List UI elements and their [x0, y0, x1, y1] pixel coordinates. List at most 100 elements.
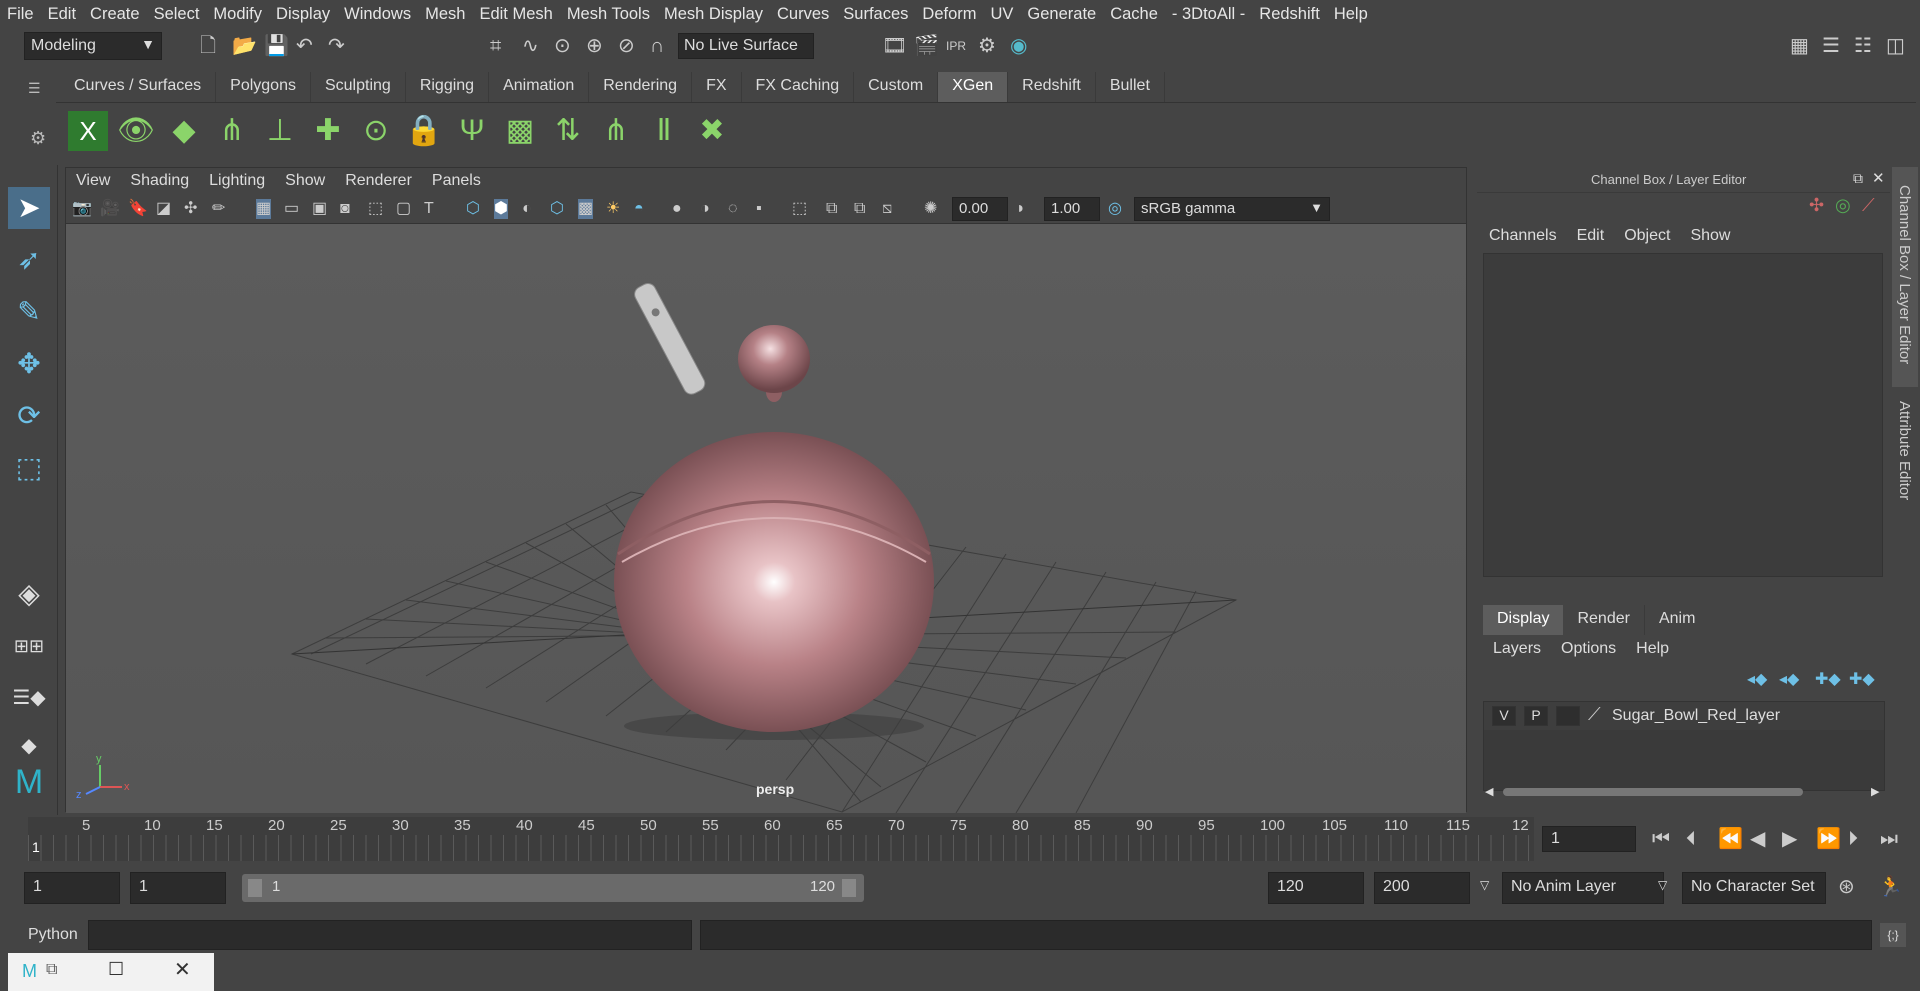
play-backward-icon[interactable]: ◀ — [1750, 829, 1765, 849]
viewport-scene[interactable]: y x z persp — [66, 224, 1466, 814]
xgen-add-guide-icon[interactable]: ⋔ — [212, 111, 252, 151]
viewport-menu-panels[interactable]: Panels — [422, 172, 491, 190]
grease-pencil-icon[interactable]: ✏ — [212, 199, 225, 219]
safe-action-icon[interactable]: ▢ — [396, 199, 411, 219]
viewport-menu-shading[interactable]: Shading — [120, 172, 199, 190]
shelf-tab-custom[interactable]: Custom — [854, 72, 939, 102]
snap-view-icon[interactable]: ⊕ — [586, 36, 603, 56]
go-to-end-icon[interactable]: ⏭ — [1880, 829, 1898, 849]
render-view-icon[interactable]: 🎞 — [882, 36, 907, 56]
shelf-tab-rigging[interactable]: Rigging — [405, 72, 490, 102]
viewport-persp[interactable]: View Shading Lighting Show Renderer Pane… — [65, 167, 1467, 814]
layer-menu-layers[interactable]: Layers — [1483, 640, 1551, 658]
render-frame-icon[interactable]: 🎬 — [914, 36, 939, 56]
xgen-sculpt-icon[interactable]: ⇅ — [548, 111, 588, 151]
layer-color-icon[interactable]: ⟋ — [1588, 704, 1601, 725]
safe-title-icon[interactable]: T — [424, 199, 434, 219]
command-input[interactable] — [88, 920, 692, 950]
snap-point-icon[interactable]: ⊙ — [554, 36, 571, 56]
xgen-editor-icon[interactable]: X — [68, 111, 108, 151]
snap-curve-icon[interactable]: ∿ — [522, 36, 539, 56]
layer-row[interactable]: V P ⟋ Sugar_Bowl_Red_layer — [1484, 702, 1884, 730]
layer-scrollbar[interactable]: ◀ ▶ — [1483, 785, 1885, 799]
chevron-down-icon[interactable]: ▽ — [1480, 878, 1489, 892]
layer-menu-help[interactable]: Help — [1626, 640, 1679, 658]
image-plane-icon[interactable]: ◪ — [156, 199, 171, 219]
script-editor-icon[interactable]: {;} — [1880, 923, 1906, 947]
use-all-lights-icon[interactable]: ☀ — [606, 199, 620, 219]
command-language-label[interactable]: Python — [28, 926, 78, 944]
magnet-icon[interactable]: ∩ — [650, 36, 664, 56]
end-frame-field[interactable]: 200 — [1374, 872, 1470, 904]
four-view-layout-icon[interactable]: ⊞⊞ — [8, 625, 50, 667]
menu-mesh-display[interactable]: Mesh Display — [657, 5, 770, 24]
layer-name[interactable]: Sugar_Bowl_Red_layer — [1612, 707, 1780, 725]
camera-icon[interactable]: 📷 — [72, 199, 92, 219]
new-layer-selected-icon[interactable]: ✚◆ — [1849, 669, 1875, 689]
menu-windows[interactable]: Windows — [337, 5, 418, 24]
outliner-layout-icon[interactable]: ☰◆ — [8, 677, 50, 719]
open-scene-icon[interactable]: 📂 — [232, 36, 257, 56]
playback-start-field[interactable]: 1 — [130, 872, 226, 904]
menu-generate[interactable]: Generate — [1020, 5, 1103, 24]
float-panel-icon[interactable]: ⧉ — [1853, 170, 1863, 187]
scroll-right-icon[interactable]: ▶ — [1871, 785, 1879, 798]
menu-3dtoall[interactable]: - 3DtoAll - — [1165, 5, 1252, 24]
step-back-key-icon[interactable]: ⏪ — [1718, 829, 1743, 849]
wireframe-icon[interactable]: ⬡ — [466, 199, 480, 219]
xgen-preview-icon[interactable]: 👁 — [116, 111, 156, 151]
mode-dropdown[interactable]: Modeling ▼ — [24, 32, 162, 60]
isolate-select-icon[interactable]: ⬚ — [792, 199, 807, 219]
restore-window-icon[interactable]: ⧉ — [46, 961, 57, 979]
menu-mesh[interactable]: Mesh — [418, 5, 472, 24]
go-to-start-icon[interactable]: ⏮ — [1652, 829, 1670, 849]
menu-edit-mesh[interactable]: Edit Mesh — [472, 5, 559, 24]
range-slider-start-handle[interactable] — [248, 879, 262, 897]
auto-key-icon[interactable]: ⊛ — [1838, 877, 1855, 897]
menu-select[interactable]: Select — [147, 5, 207, 24]
resolution-gate-icon[interactable]: ▣ — [312, 199, 327, 219]
xray-components-icon[interactable]: ⧅ — [882, 199, 892, 219]
live-surface-field[interactable]: No Live Surface — [678, 33, 814, 59]
channel-menu-object[interactable]: Object — [1612, 227, 1682, 245]
xgen-grass-icon[interactable]: Ψ — [452, 111, 492, 151]
workspace-icon[interactable]: ▦ — [1790, 36, 1809, 56]
snap-grid-icon[interactable]: ⌗ — [490, 36, 501, 56]
save-scene-icon[interactable]: 💾 — [264, 36, 289, 56]
motion-blur-icon[interactable]: ◑ — [700, 199, 710, 219]
shelf-settings-icon[interactable]: ⚙ — [30, 128, 46, 149]
hypershade-icon[interactable]: ◉ — [1010, 36, 1027, 56]
paint-select-tool-icon[interactable]: ✎ — [8, 291, 50, 333]
new-scene-icon[interactable]: 🗋 — [200, 36, 216, 56]
scroll-thumb[interactable] — [1503, 788, 1803, 796]
single-layout-icon[interactable]: ◈ — [8, 573, 50, 615]
exposure-field[interactable]: 0.00 — [952, 197, 1008, 221]
close-icon[interactable]: ✕ — [1872, 169, 1885, 187]
menu-modify[interactable]: Modify — [206, 5, 269, 24]
menu-uv[interactable]: UV — [984, 5, 1021, 24]
layer-tab-display[interactable]: Display — [1483, 605, 1564, 635]
bookmark-icon[interactable]: 🔖 — [128, 199, 148, 219]
default-material-icon[interactable]: ◐ — [522, 199, 532, 219]
shelf-tab-curves-surfaces[interactable]: Curves / Surfaces — [60, 72, 217, 102]
shelf-tab-sculpting[interactable]: Sculpting — [310, 72, 406, 102]
tool-settings-icon[interactable]: ☷ — [1854, 36, 1872, 56]
move-layer-down-icon[interactable]: ◂◆ — [1779, 669, 1799, 689]
anim-layer-dropdown[interactable]: No Anim Layer — [1502, 872, 1664, 904]
shadows-icon[interactable]: ◓ — [634, 199, 644, 219]
xgen-bend-icon[interactable]: Ⅱ — [644, 111, 684, 151]
step-forward-frame-icon[interactable]: ⏵ — [1848, 829, 1858, 849]
layer-menu-options[interactable]: Options — [1551, 640, 1626, 658]
color-management-toggle-icon[interactable]: ◎ — [1108, 199, 1122, 219]
scale-tool-icon[interactable]: ⬚ — [8, 447, 50, 489]
gamma-icon[interactable]: ◗ — [1016, 199, 1026, 219]
anti-aliasing-icon[interactable]: ◌ — [728, 199, 738, 219]
range-slider-end-handle[interactable] — [842, 879, 856, 897]
exposure-icon[interactable]: ✺ — [924, 199, 937, 219]
step-back-frame-icon[interactable]: ⏴ — [1686, 829, 1696, 849]
undo-icon[interactable]: ↶ — [296, 36, 313, 56]
character-set-dropdown[interactable]: No Character Set — [1682, 872, 1826, 904]
menu-mesh-tools[interactable]: Mesh Tools — [560, 5, 657, 24]
render-settings-icon[interactable]: ⚙ — [978, 36, 996, 56]
xgen-add-point-icon[interactable]: ✚ — [308, 111, 348, 151]
